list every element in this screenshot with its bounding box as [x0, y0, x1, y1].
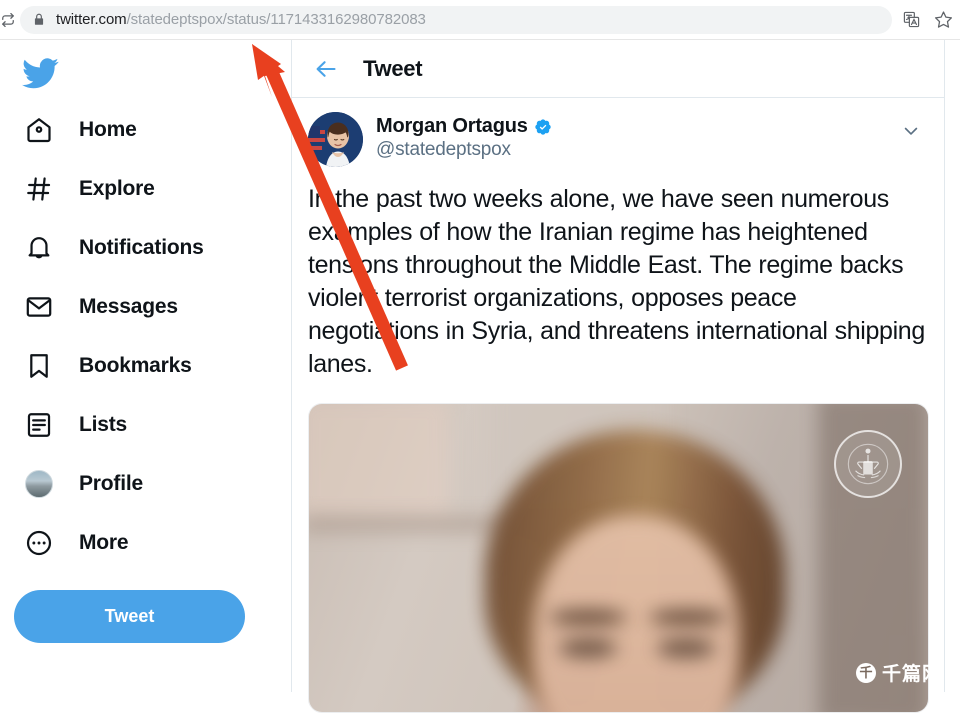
watermark-logo-glyph: 千: [859, 666, 872, 679]
tweet-media-video[interactable]: [308, 403, 929, 713]
tweet-author-identity: Morgan Ortagus @statedeptspox: [376, 112, 552, 161]
author-display-name[interactable]: Morgan Ortagus: [376, 115, 528, 138]
profile-avatar-icon: [20, 465, 58, 503]
tweet-text: In the past two weeks alone, we have see…: [308, 183, 928, 381]
sidebar-item-notifications[interactable]: Notifications: [14, 218, 291, 277]
right-sidebar-gutter: [945, 40, 960, 692]
media-subject-eye-left: [559, 638, 617, 658]
tweet-author-row: Morgan Ortagus @statedeptspox: [308, 112, 928, 167]
sidebar-item-label: Profile: [79, 472, 143, 496]
bookmark-icon: [20, 347, 58, 385]
browser-action-buttons: [898, 7, 960, 33]
tweet-compose-button[interactable]: Tweet: [14, 590, 245, 643]
verified-badge-icon: [534, 118, 552, 136]
tweet-content: Tweet: [292, 40, 945, 692]
chevron-down-icon[interactable]: [894, 112, 928, 146]
media-bg-panel-left: [308, 403, 449, 518]
twitter-app: Home Explore Notifications: [0, 40, 960, 692]
us-state-department-seal-icon: [834, 430, 902, 498]
author-name-row: Morgan Ortagus: [376, 115, 552, 138]
sidebar-item-label: More: [79, 531, 128, 555]
sidebar-item-lists[interactable]: Lists: [14, 395, 291, 454]
sidebar-item-label: Messages: [79, 295, 178, 319]
sidebar-item-bookmarks[interactable]: Bookmarks: [14, 336, 291, 395]
page-title: Tweet: [363, 56, 422, 82]
sidebar-item-label: Explore: [79, 177, 155, 201]
sidebar-item-label: Lists: [79, 413, 127, 437]
sidebar-item-more[interactable]: More: [14, 513, 291, 572]
watermark-logo-icon: 千: [856, 663, 876, 683]
lock-icon: [32, 12, 46, 27]
sidebar-item-label: Bookmarks: [79, 354, 192, 378]
tweet-compose-label: Tweet: [105, 606, 155, 627]
author-handle[interactable]: @statedeptspox: [376, 139, 552, 161]
watermark-text: 千篇网: [882, 659, 942, 686]
translate-icon[interactable]: [898, 7, 924, 33]
back-arrow-icon[interactable]: [308, 51, 344, 87]
list-icon: [20, 406, 58, 444]
avatar[interactable]: [308, 112, 363, 167]
primary-navigation-sidebar: Home Explore Notifications: [0, 40, 292, 692]
address-bar[interactable]: twitter.com/statedeptspox/status/1171433…: [20, 6, 892, 34]
url-text: twitter.com/statedeptspox/status/1171433…: [56, 11, 426, 28]
sidebar-item-explore[interactable]: Explore: [14, 159, 291, 218]
more-circle-icon: [20, 524, 58, 562]
browser-nav-stub[interactable]: [0, 10, 16, 30]
sidebar-item-messages[interactable]: Messages: [14, 277, 291, 336]
media-subject-brow-right: [649, 610, 727, 625]
sidebar-item-profile[interactable]: Profile: [14, 454, 291, 513]
sidebar-item-label: Home: [79, 118, 137, 142]
sidebar-item-home[interactable]: Home: [14, 100, 291, 159]
sidebar-item-label: Notifications: [79, 236, 204, 260]
bell-icon: [20, 229, 58, 267]
avatar: [25, 470, 53, 498]
tweet-article: Morgan Ortagus @statedeptspox: [292, 98, 944, 713]
media-subject-brow-left: [549, 610, 627, 625]
url-path: /statedeptspox/status/117143316298078208…: [127, 11, 426, 28]
home-icon: [20, 111, 58, 149]
site-watermark: 千 千篇网: [856, 659, 942, 686]
tweet-detail-header: Tweet: [292, 40, 944, 98]
url-host: twitter.com: [56, 11, 127, 28]
hashtag-icon: [20, 170, 58, 208]
media-subject-eye-right: [657, 638, 715, 658]
star-icon[interactable]: [930, 7, 956, 33]
tweet-detail-column: Tweet: [292, 40, 945, 692]
envelope-icon: [20, 288, 58, 326]
twitter-bird-icon[interactable]: [22, 54, 60, 92]
browser-toolbar: twitter.com/statedeptspox/status/1171433…: [0, 0, 960, 40]
